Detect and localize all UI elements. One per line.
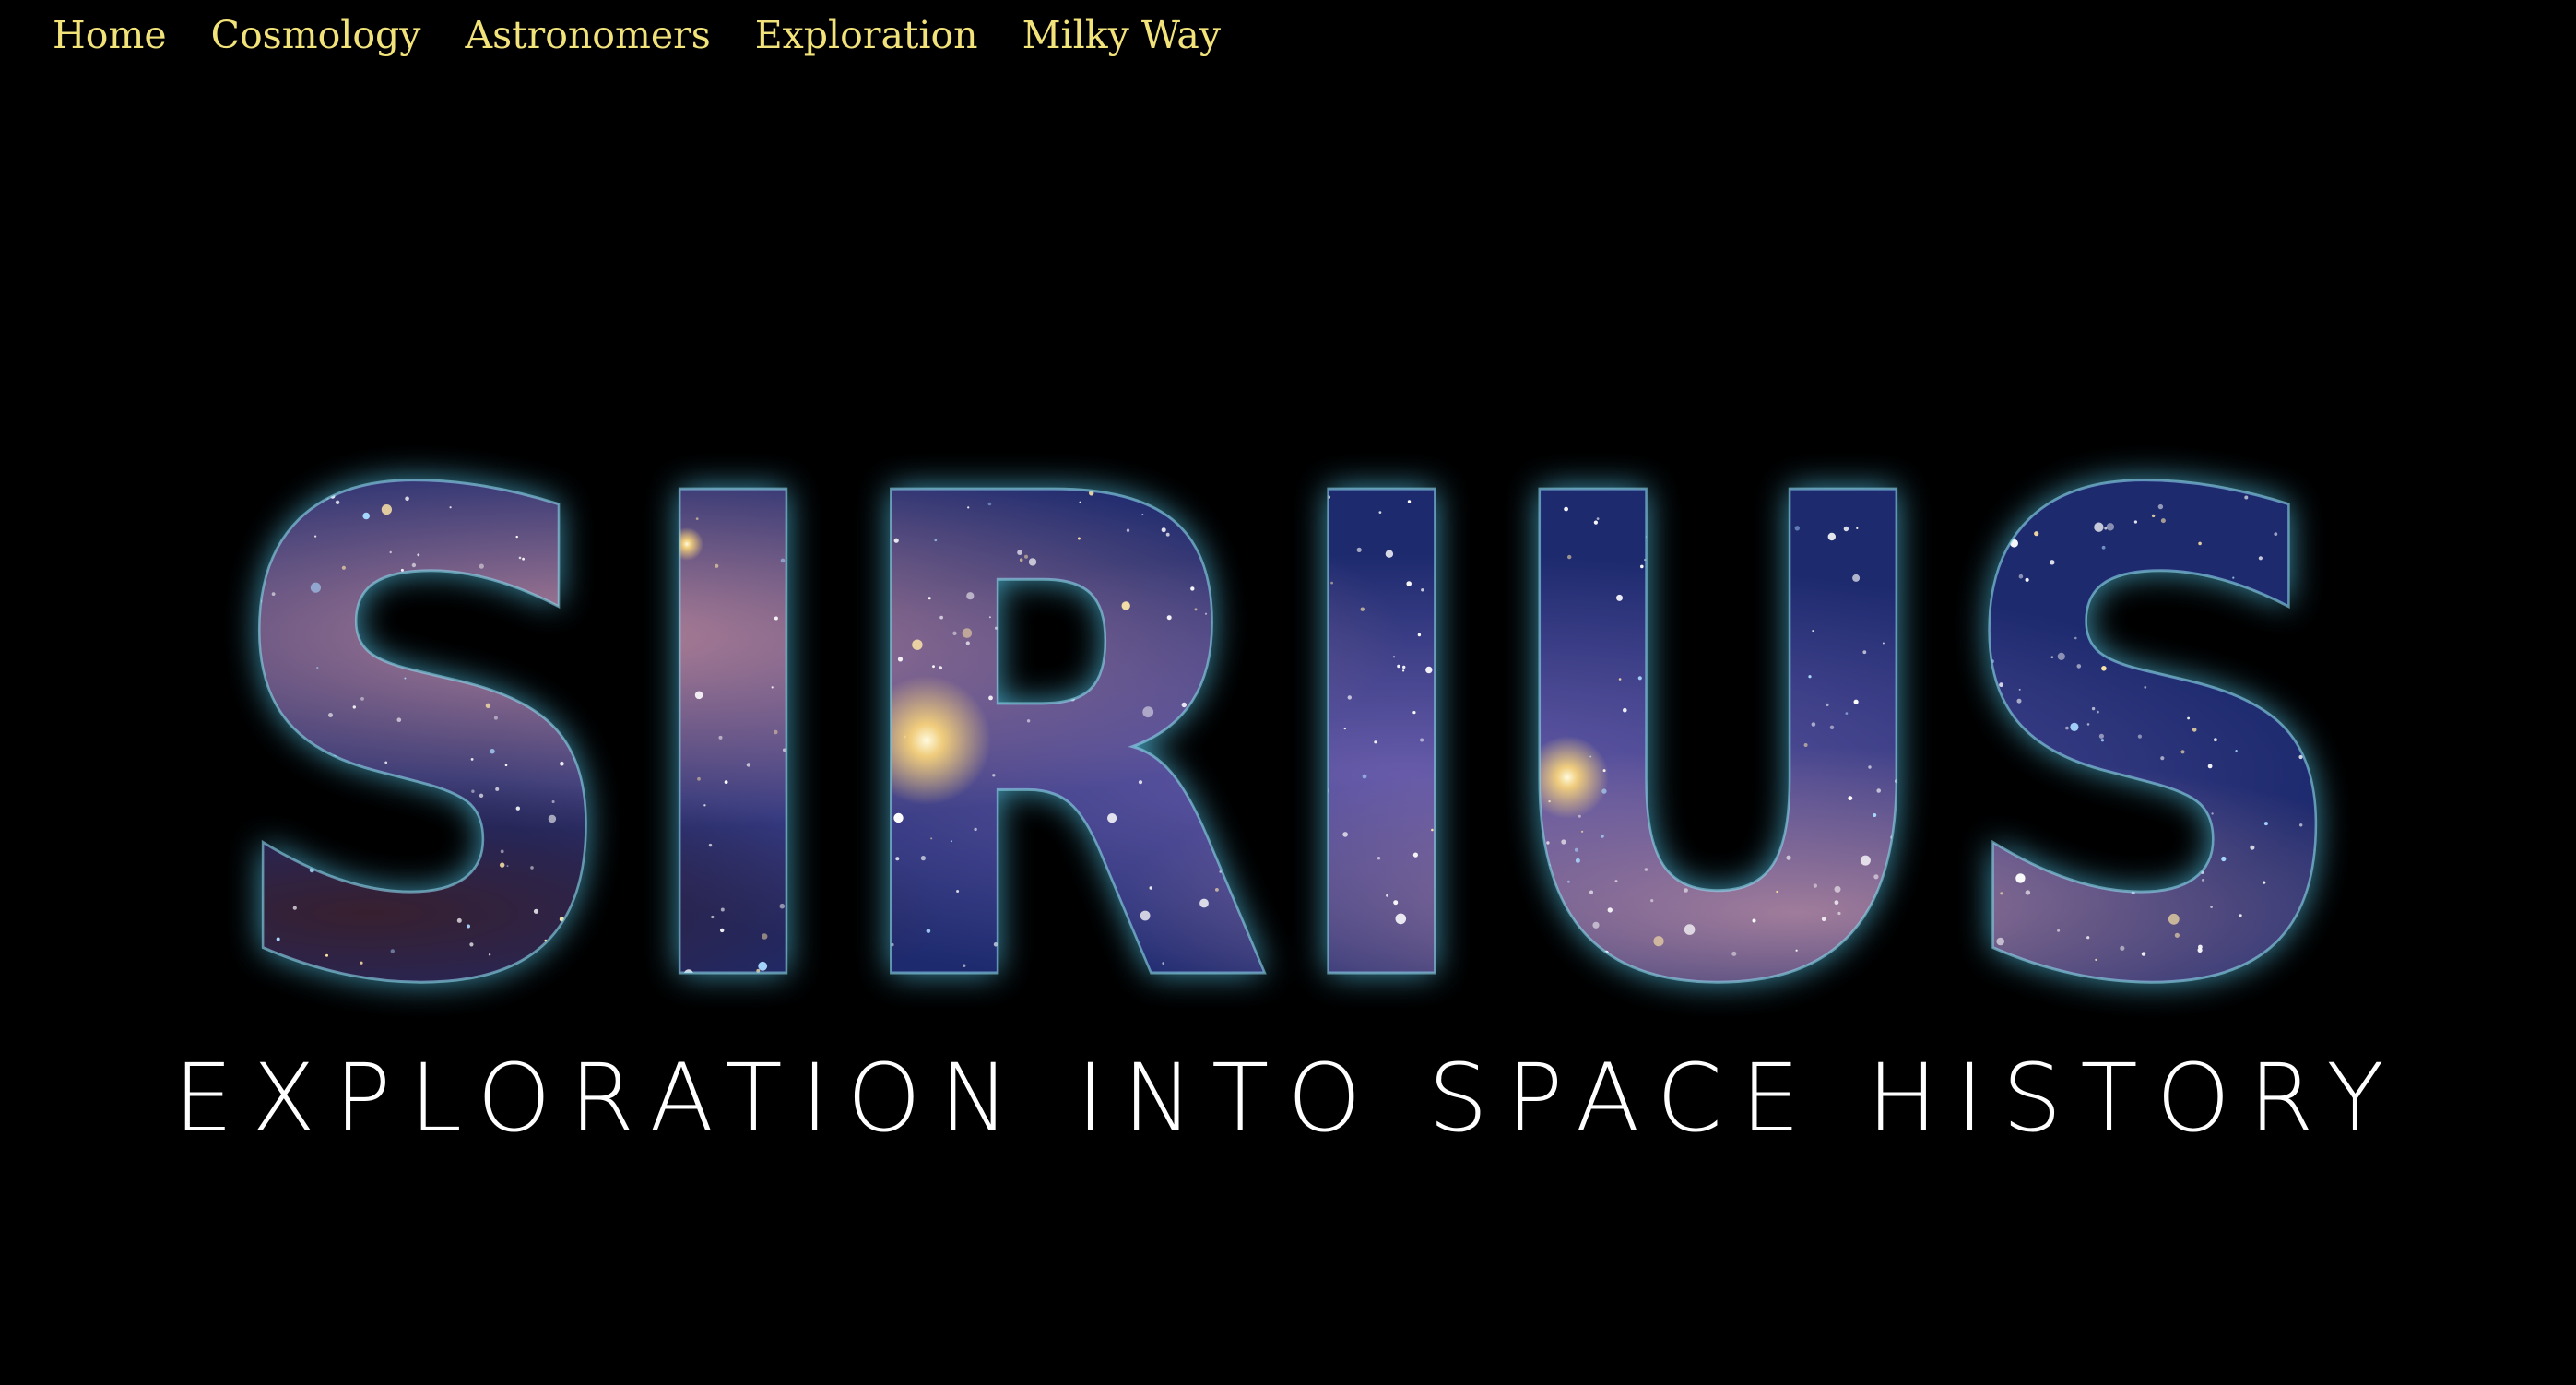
- star-dot: [205, 771, 207, 774]
- star-dot: [2430, 462, 2433, 465]
- star-dot: [159, 453, 161, 456]
- star-dot: [182, 751, 184, 753]
- star-dot: [2433, 552, 2437, 556]
- star-dot: [183, 565, 188, 571]
- page: Home Cosmology Astronomers Exploration M…: [0, 0, 2576, 1385]
- hero-banner: SIRIUS SIRIUS SIRIUS EXPLORATION INTO SP…: [0, 0, 2576, 1385]
- star-dot: [2391, 907, 2395, 912]
- star-dot: [2393, 503, 2397, 507]
- star-dot: [2428, 483, 2430, 486]
- star-dot: [136, 713, 141, 717]
- star-dot: [2432, 740, 2436, 744]
- star-dot: [2400, 552, 2405, 557]
- star-dot: [141, 904, 143, 906]
- star-dot: [198, 475, 202, 479]
- star-dot: [170, 751, 173, 754]
- star-dot: [2380, 696, 2384, 701]
- star-dot: [213, 778, 218, 783]
- star-dot: [2414, 951, 2418, 955]
- star-dot: [2397, 553, 2400, 556]
- star-dot: [2357, 703, 2361, 706]
- hero-tagline: EXPLORATION INTO SPACE HISTORY: [173, 1044, 2403, 1154]
- star-dot: [2400, 626, 2404, 630]
- star-dot: [150, 463, 155, 468]
- star-dot: [2439, 787, 2441, 790]
- star-dot: [181, 973, 183, 976]
- star-dot: [153, 562, 157, 566]
- star-dot: [2361, 684, 2365, 688]
- star-dot: [137, 951, 140, 953]
- logo-edge: SIRIUS: [219, 357, 2357, 1130]
- star-dot: [2427, 500, 2430, 503]
- star-dot: [177, 556, 182, 561]
- star-dot: [196, 695, 200, 699]
- star-dot: [2406, 634, 2411, 639]
- sirius-logo: SIRIUS SIRIUS SIRIUS: [136, 356, 2441, 1131]
- star-dot: [173, 908, 184, 919]
- star-dot: [2357, 462, 2361, 466]
- star-dot: [2393, 834, 2398, 838]
- star-dot: [2363, 653, 2365, 655]
- star-dot: [179, 512, 183, 515]
- star-dot: [2386, 610, 2391, 615]
- star-dot: [161, 579, 163, 581]
